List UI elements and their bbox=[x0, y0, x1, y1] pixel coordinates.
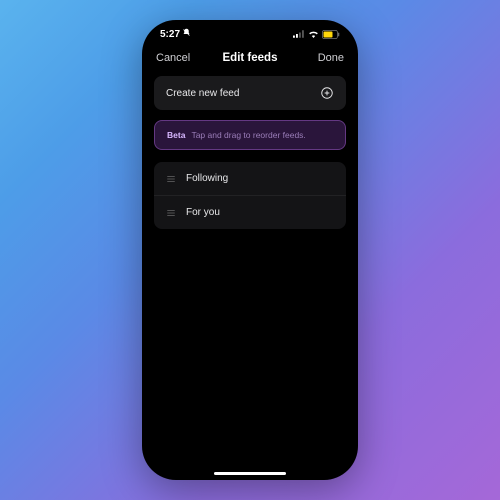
home-indicator[interactable] bbox=[214, 472, 286, 476]
phone-frame: 5:27 Cancel Edit feeds Done Create new f… bbox=[142, 20, 358, 480]
feed-row[interactable]: For you bbox=[154, 196, 346, 229]
content: Create new feed Beta Tap and drag to reo… bbox=[142, 76, 358, 229]
cancel-button[interactable]: Cancel bbox=[156, 52, 196, 64]
banner-message: Tap and drag to reorder feeds. bbox=[191, 130, 305, 140]
done-button[interactable]: Done bbox=[304, 52, 344, 64]
create-new-feed-button[interactable]: Create new feed bbox=[154, 76, 346, 110]
status-time: 5:27 bbox=[160, 29, 180, 40]
plus-circle-icon bbox=[320, 86, 334, 100]
beta-badge: Beta bbox=[167, 130, 185, 140]
wifi-icon bbox=[308, 30, 319, 38]
bell-slash-icon bbox=[182, 28, 191, 40]
signal-icon bbox=[293, 30, 305, 38]
status-bar: 5:27 bbox=[142, 20, 358, 42]
feed-label: For you bbox=[186, 207, 220, 218]
create-new-feed-label: Create new feed bbox=[166, 88, 239, 99]
beta-banner: Beta Tap and drag to reorder feeds. bbox=[154, 120, 346, 150]
drag-handle-icon[interactable] bbox=[166, 174, 176, 184]
status-right bbox=[293, 30, 340, 39]
feed-label: Following bbox=[186, 173, 228, 184]
feeds-list: Following For you bbox=[154, 162, 346, 229]
feed-row[interactable]: Following bbox=[154, 162, 346, 196]
drag-handle-icon[interactable] bbox=[166, 208, 176, 218]
battery-low-power-icon bbox=[322, 30, 340, 39]
nav-bar: Cancel Edit feeds Done bbox=[142, 42, 358, 76]
page-title: Edit feeds bbox=[223, 52, 278, 64]
status-left: 5:27 bbox=[160, 28, 191, 40]
